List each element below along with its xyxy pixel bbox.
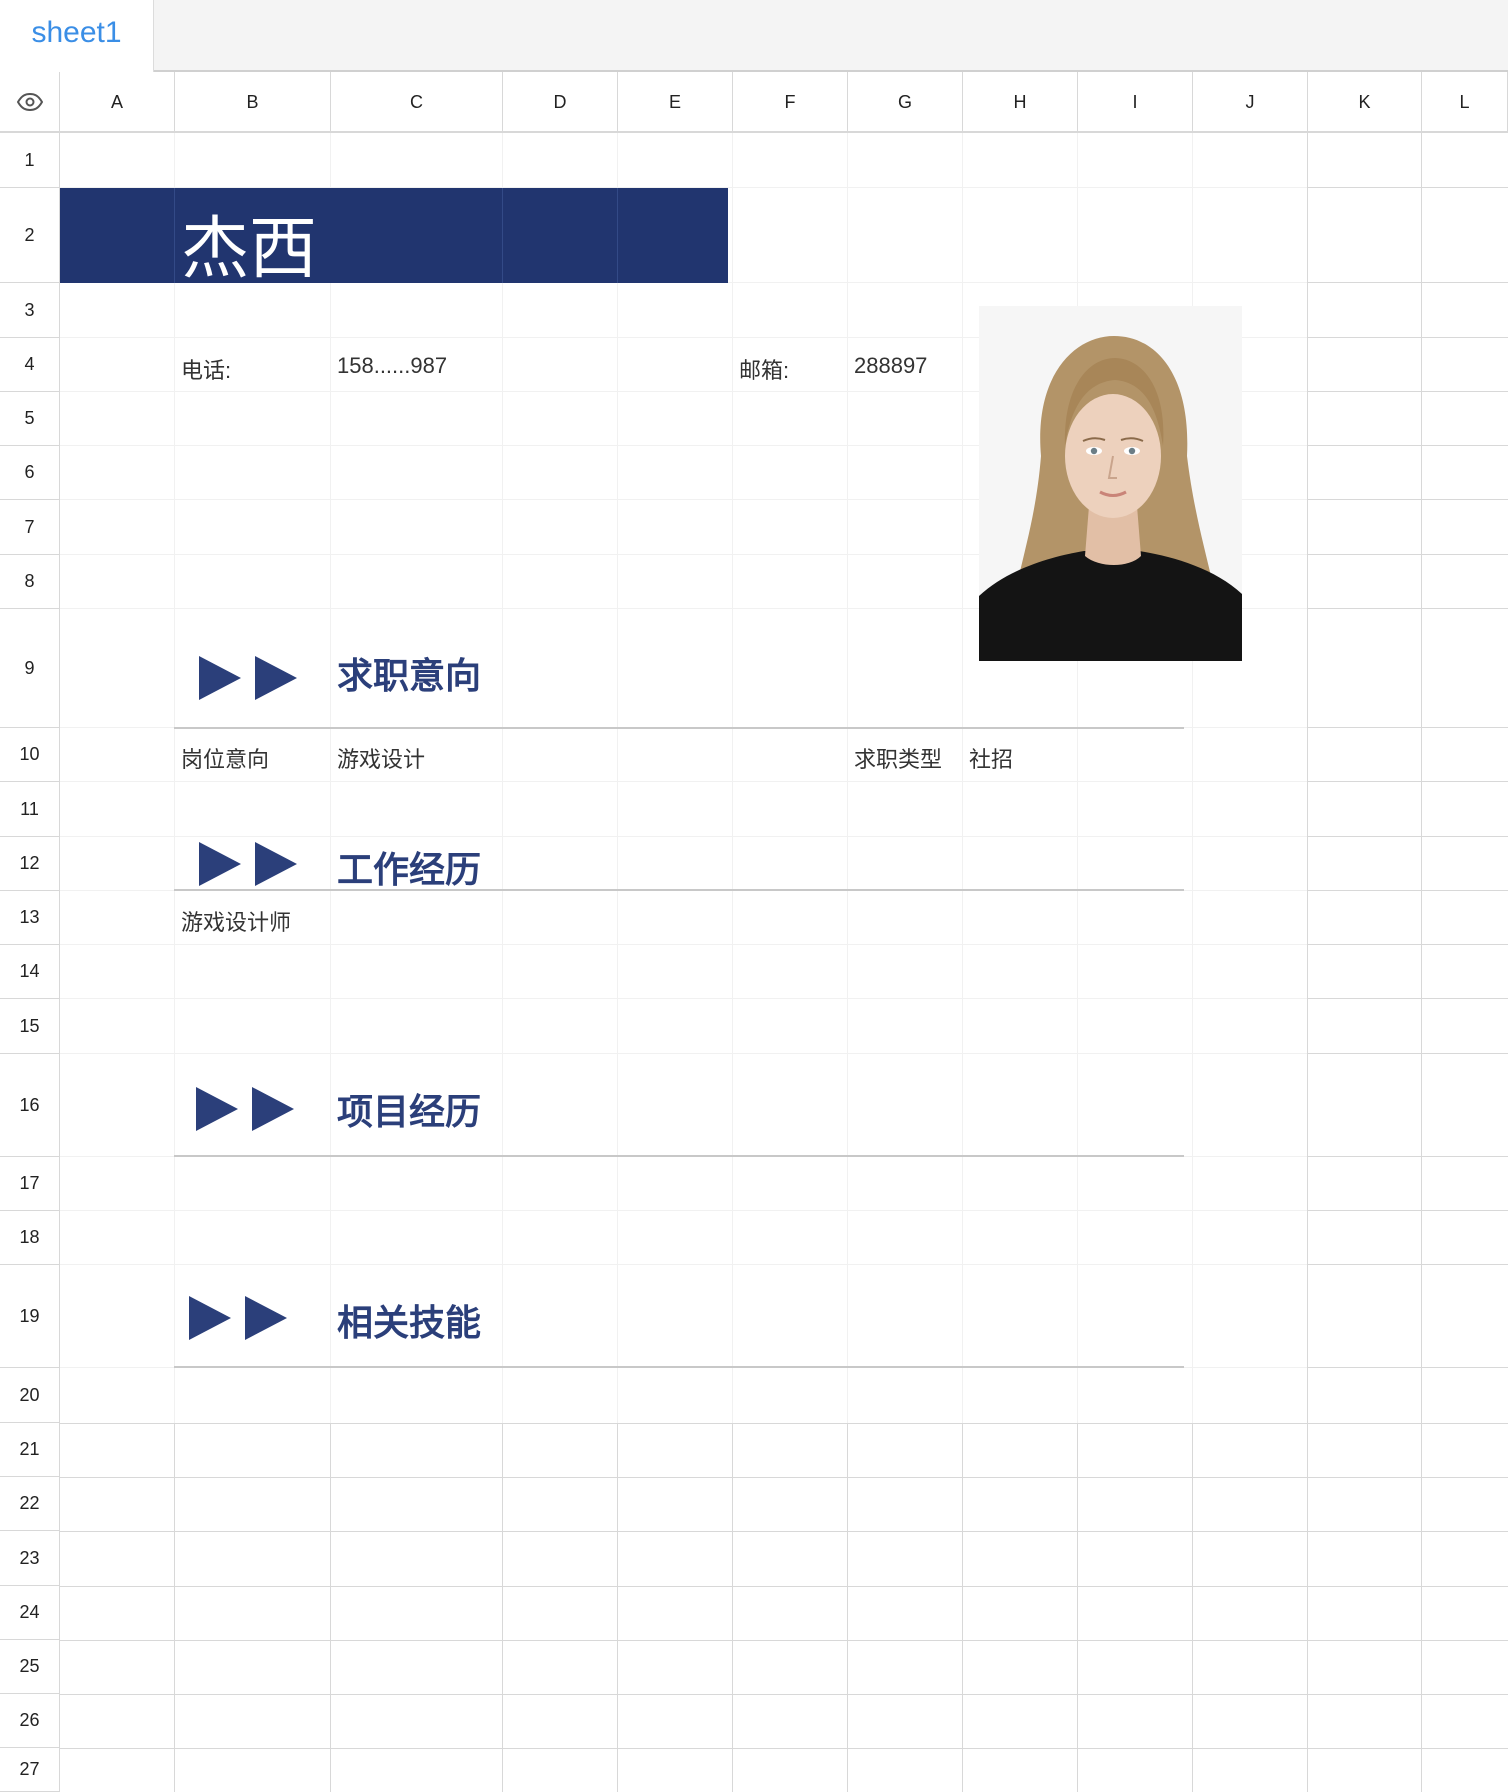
sheet-tab-sheet1[interactable]: sheet1 (0, 0, 154, 72)
row-header-2[interactable]: 2 (0, 188, 60, 283)
section-title-work[interactable]: 工作经历 (337, 841, 481, 893)
double-triangle-icon (189, 1294, 289, 1347)
email-value[interactable]: 288897 (854, 353, 927, 379)
row-header-18[interactable]: 18 (0, 1211, 60, 1265)
position-label[interactable]: 岗位意向 (181, 742, 269, 774)
row-header-16[interactable]: 16 (0, 1054, 60, 1157)
column-header-b[interactable]: B (175, 72, 331, 133)
row-header-19[interactable]: 19 (0, 1265, 60, 1368)
profile-photo[interactable] (979, 306, 1242, 661)
row-header-10[interactable]: 10 (0, 728, 60, 782)
row-header-9[interactable]: 9 (0, 609, 60, 728)
row-header-7[interactable]: 7 (0, 500, 60, 555)
section-divider (174, 1155, 1184, 1157)
row-header-27[interactable]: 27 (0, 1748, 60, 1792)
double-triangle-icon (199, 840, 299, 893)
row-header-21[interactable]: 21 (0, 1423, 60, 1477)
work-title[interactable]: 游戏设计师 (181, 905, 291, 937)
row-header-11[interactable]: 11 (0, 782, 60, 837)
select-all-corner[interactable] (0, 72, 60, 133)
candidate-name[interactable]: 杰西 (181, 193, 317, 292)
row-header-1[interactable]: 1 (0, 133, 60, 188)
phone-value[interactable]: 158......987 (337, 353, 447, 379)
row-header-20[interactable]: 20 (0, 1368, 60, 1423)
row-header-25[interactable]: 25 (0, 1640, 60, 1694)
double-triangle-icon (196, 1085, 296, 1138)
row-header-3[interactable]: 3 (0, 283, 60, 338)
section-title-intent[interactable]: 求职意向 (337, 647, 481, 699)
row-header-5[interactable]: 5 (0, 392, 60, 446)
column-header-i[interactable]: I (1078, 72, 1193, 133)
job-type-label[interactable]: 求职类型 (854, 742, 942, 774)
row-header-4[interactable]: 4 (0, 338, 60, 392)
phone-label[interactable]: 电话: (181, 353, 231, 385)
row-header-17[interactable]: 17 (0, 1157, 60, 1211)
column-header-e[interactable]: E (618, 72, 733, 133)
column-header-g[interactable]: G (848, 72, 963, 133)
row-header-6[interactable]: 6 (0, 446, 60, 500)
column-header-a[interactable]: A (60, 72, 175, 133)
column-header-l[interactable]: L (1422, 72, 1508, 133)
section-divider (174, 727, 1184, 729)
row-header-15[interactable]: 15 (0, 999, 60, 1054)
double-triangle-icon (199, 654, 299, 707)
eye-icon[interactable] (17, 93, 43, 111)
row-header-23[interactable]: 23 (0, 1531, 60, 1586)
column-header-f[interactable]: F (733, 72, 848, 133)
column-header-c[interactable]: C (331, 72, 503, 133)
email-label[interactable]: 邮箱: (739, 353, 789, 385)
row-header-12[interactable]: 12 (0, 837, 60, 891)
sheet-tab-bar: sheet1 (0, 0, 1508, 72)
column-header-k[interactable]: K (1308, 72, 1422, 133)
row-header-13[interactable]: 13 (0, 891, 60, 945)
row-header-26[interactable]: 26 (0, 1694, 60, 1748)
section-title-project[interactable]: 项目经历 (337, 1083, 481, 1135)
column-header-j[interactable]: J (1193, 72, 1308, 133)
row-header-8[interactable]: 8 (0, 555, 60, 609)
row-header-24[interactable]: 24 (0, 1586, 60, 1640)
section-title-skills[interactable]: 相关技能 (337, 1294, 481, 1346)
section-divider (174, 1366, 1184, 1368)
row-header-14[interactable]: 14 (0, 945, 60, 999)
column-header-h[interactable]: H (963, 72, 1078, 133)
row-header-22[interactable]: 22 (0, 1477, 60, 1531)
column-header-d[interactable]: D (503, 72, 618, 133)
position-value[interactable]: 游戏设计 (337, 742, 425, 774)
section-divider (174, 889, 1184, 891)
job-type-value[interactable]: 社招 (969, 742, 1013, 774)
name-banner (60, 188, 728, 283)
